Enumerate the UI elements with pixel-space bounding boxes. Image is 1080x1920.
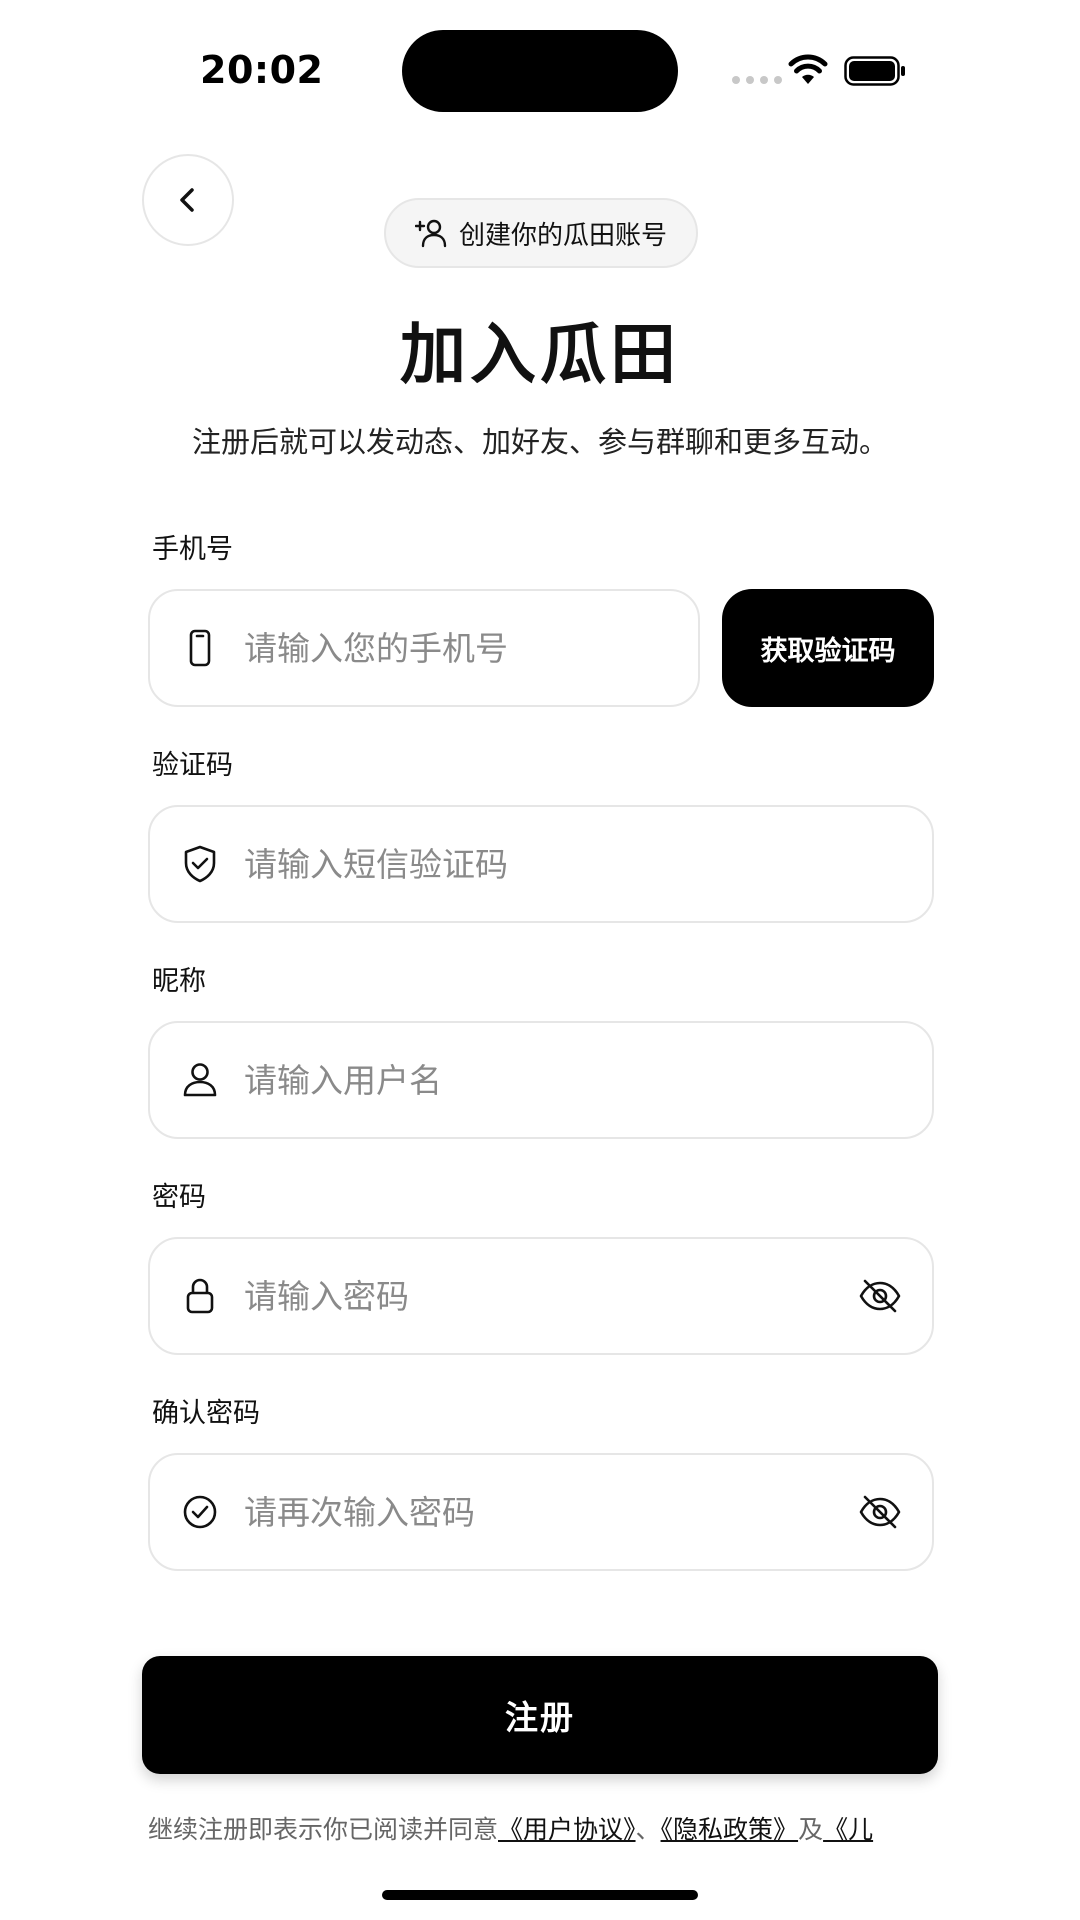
phone-icon [189, 629, 211, 667]
agreement-prefix: 继续注册即表示你已阅读并同意 [148, 1815, 499, 1844]
eye-off-icon[interactable] [858, 1490, 902, 1534]
battery-icon [844, 56, 905, 86]
add-user-icon [414, 219, 447, 248]
agreement-and: 及 [798, 1815, 824, 1844]
lock-icon [186, 1278, 214, 1314]
cellular-signal-icon [732, 76, 782, 84]
shield-check-icon [184, 845, 216, 883]
password-input[interactable] [244, 1266, 858, 1326]
agreement-separator: 、 [635, 1815, 661, 1844]
header-pill: 创建你的瓜田账号 [384, 198, 698, 268]
back-button[interactable] [142, 154, 234, 246]
register-button[interactable]: 注册 [142, 1656, 938, 1774]
page-subtitle: 注册后就可以发动态、加好友、参与群聊和更多互动。 [191, 425, 888, 459]
status-time: 20:02 [200, 48, 324, 92]
code-label: 验证码 [152, 750, 233, 781]
page-title: 加入瓜田 [400, 316, 680, 393]
phone-field[interactable] [148, 589, 700, 707]
header-pill-text: 创建你的瓜田账号 [458, 220, 667, 251]
user-agreement-link[interactable]: 《用户协议》 [498, 1815, 636, 1844]
nickname-field[interactable] [148, 1021, 934, 1139]
password-label: 密码 [152, 1182, 206, 1213]
privacy-policy-link[interactable]: 《隐私政策》 [661, 1815, 799, 1844]
user-icon [183, 1063, 217, 1097]
agreement-text: 继续注册即表示你已阅读并同意《用户协议》、《隐私政策》及《儿 [148, 1808, 938, 1852]
password-field[interactable] [148, 1237, 934, 1355]
home-indicator[interactable] [382, 1890, 698, 1900]
chevron-left-icon [180, 188, 194, 212]
nickname-label: 昵称 [152, 966, 206, 997]
phone-input[interactable] [244, 618, 698, 678]
phone-label: 手机号 [152, 534, 233, 565]
confirm-password-field[interactable] [148, 1453, 934, 1571]
code-field[interactable] [148, 805, 934, 923]
dynamic-island [402, 30, 678, 112]
children-policy-link[interactable]: 《儿 [823, 1815, 873, 1844]
nickname-input[interactable] [244, 1050, 932, 1110]
code-input[interactable] [244, 834, 932, 894]
confirm-password-input[interactable] [244, 1482, 858, 1542]
eye-off-icon[interactable] [858, 1274, 902, 1318]
get-code-button[interactable]: 获取验证码 [722, 589, 934, 707]
wifi-icon [788, 54, 828, 84]
confirm-password-label: 确认密码 [152, 1398, 260, 1429]
check-circle-icon [183, 1495, 217, 1529]
